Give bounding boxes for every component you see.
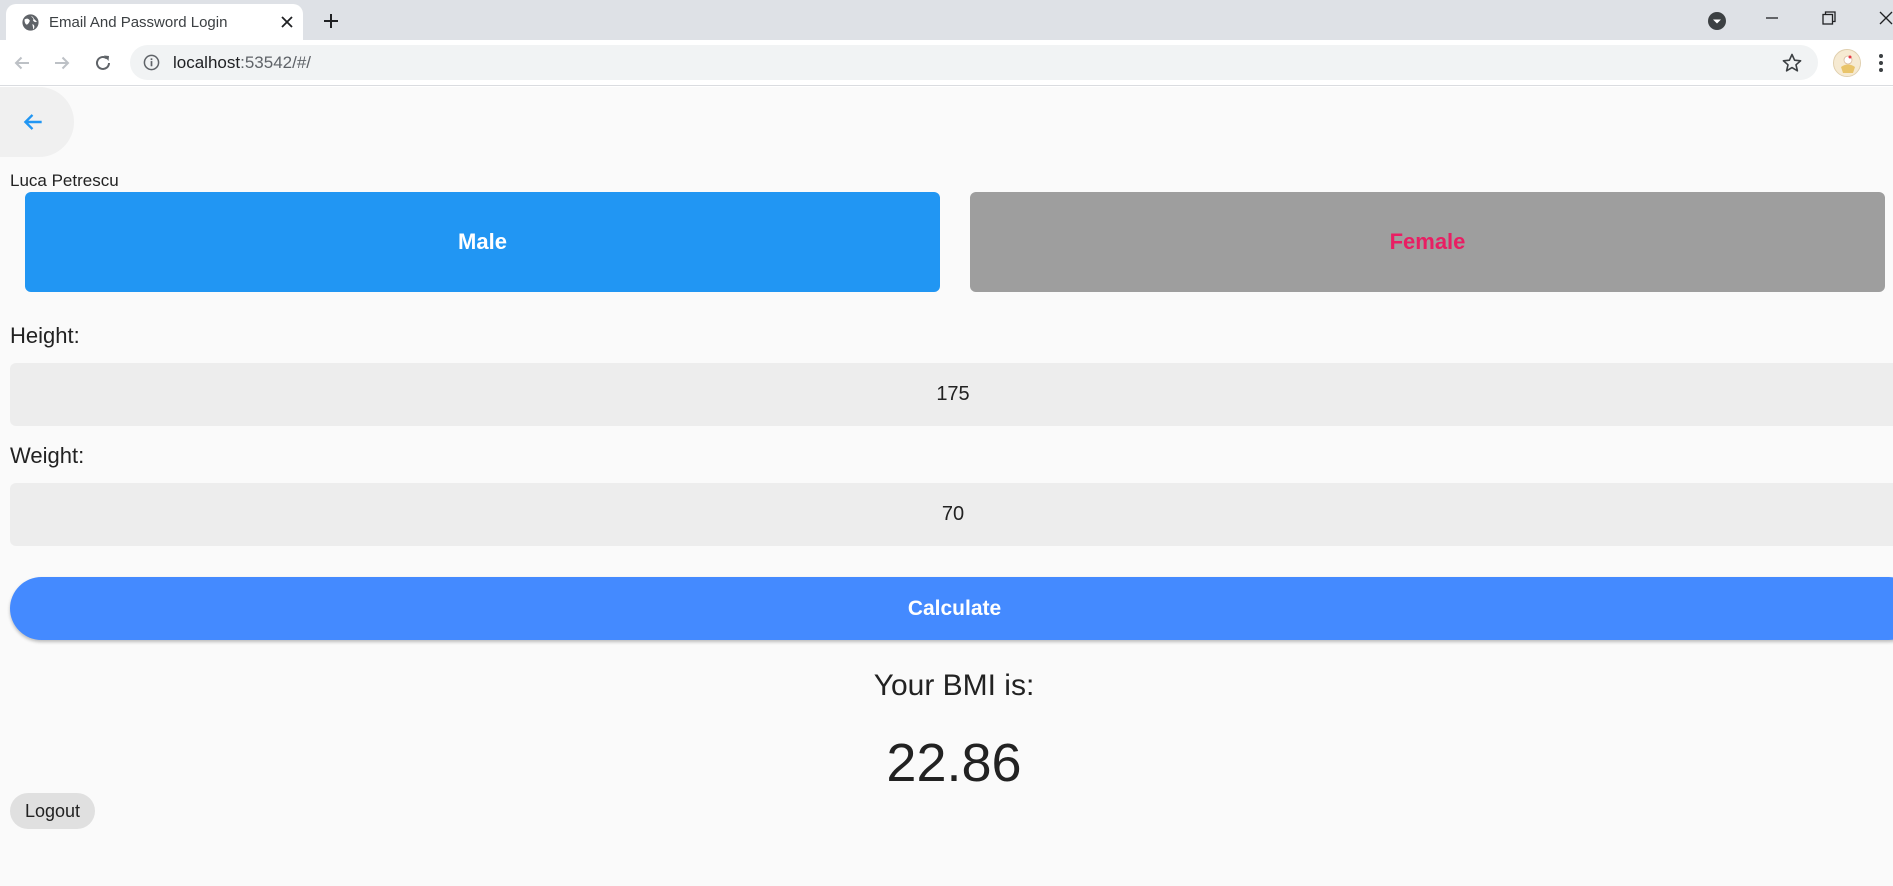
weight-value: 70	[941, 503, 965, 525]
profile-avatar[interactable]	[1833, 49, 1861, 77]
logout-button[interactable]: Logout	[10, 793, 95, 829]
calculate-button-label: Calculate	[907, 596, 1002, 620]
height-label: Height:	[10, 323, 80, 348]
new-tab-icon[interactable]	[318, 8, 344, 34]
bmi-value: 22.86	[886, 733, 1022, 793]
browser-toolbar: localhost:53542/#/	[0, 40, 1893, 86]
browser-tab[interactable]: Email And Password Login	[6, 4, 303, 40]
female-button[interactable]: Female	[970, 192, 1885, 292]
logout-button-label: Logout	[24, 800, 81, 821]
tab-search-icon[interactable]	[1704, 8, 1729, 33]
tab-title: Email And Password Login	[49, 14, 228, 31]
browser-tabstrip: Email And Password Login	[0, 0, 1893, 40]
male-button[interactable]: Male	[25, 192, 940, 292]
back-button[interactable]	[0, 87, 74, 157]
app-page: Luca Petrescu Male Female Height: 175 We…	[0, 87, 1893, 886]
restore-icon[interactable]	[1809, 4, 1849, 32]
bmi-heading: Your BMI is:	[873, 669, 1035, 702]
url-path: :53542/#/	[240, 53, 312, 72]
url-text: localhost:53542/#/	[173, 53, 311, 73]
female-button-label: Female	[1389, 229, 1466, 254]
close-window-icon[interactable]	[1866, 4, 1893, 32]
male-button-label: Male	[458, 229, 507, 254]
height-input[interactable]: 175	[10, 363, 1893, 426]
avatar-icon	[1834, 50, 1860, 76]
bookmark-star-icon[interactable]	[1781, 52, 1803, 74]
forward-arrow-icon[interactable]	[47, 48, 77, 78]
back-arrow-icon[interactable]	[7, 48, 37, 78]
close-tab-icon[interactable]	[276, 11, 298, 33]
weight-input[interactable]: 70	[10, 483, 1893, 546]
user-name: Luca Petrescu	[10, 171, 119, 190]
calculate-button[interactable]: Calculate	[10, 577, 1893, 640]
arrow-back-icon	[23, 114, 42, 130]
reload-icon[interactable]	[88, 48, 118, 78]
info-icon[interactable]	[143, 54, 160, 71]
address-bar[interactable]: localhost:53542/#/	[130, 45, 1818, 80]
minimize-icon[interactable]	[1752, 4, 1792, 32]
weight-label: Weight:	[10, 443, 85, 468]
height-value: 175	[936, 383, 970, 405]
url-host: localhost	[173, 53, 241, 72]
globe-icon	[22, 14, 39, 31]
menu-dots-icon[interactable]	[1876, 52, 1886, 74]
